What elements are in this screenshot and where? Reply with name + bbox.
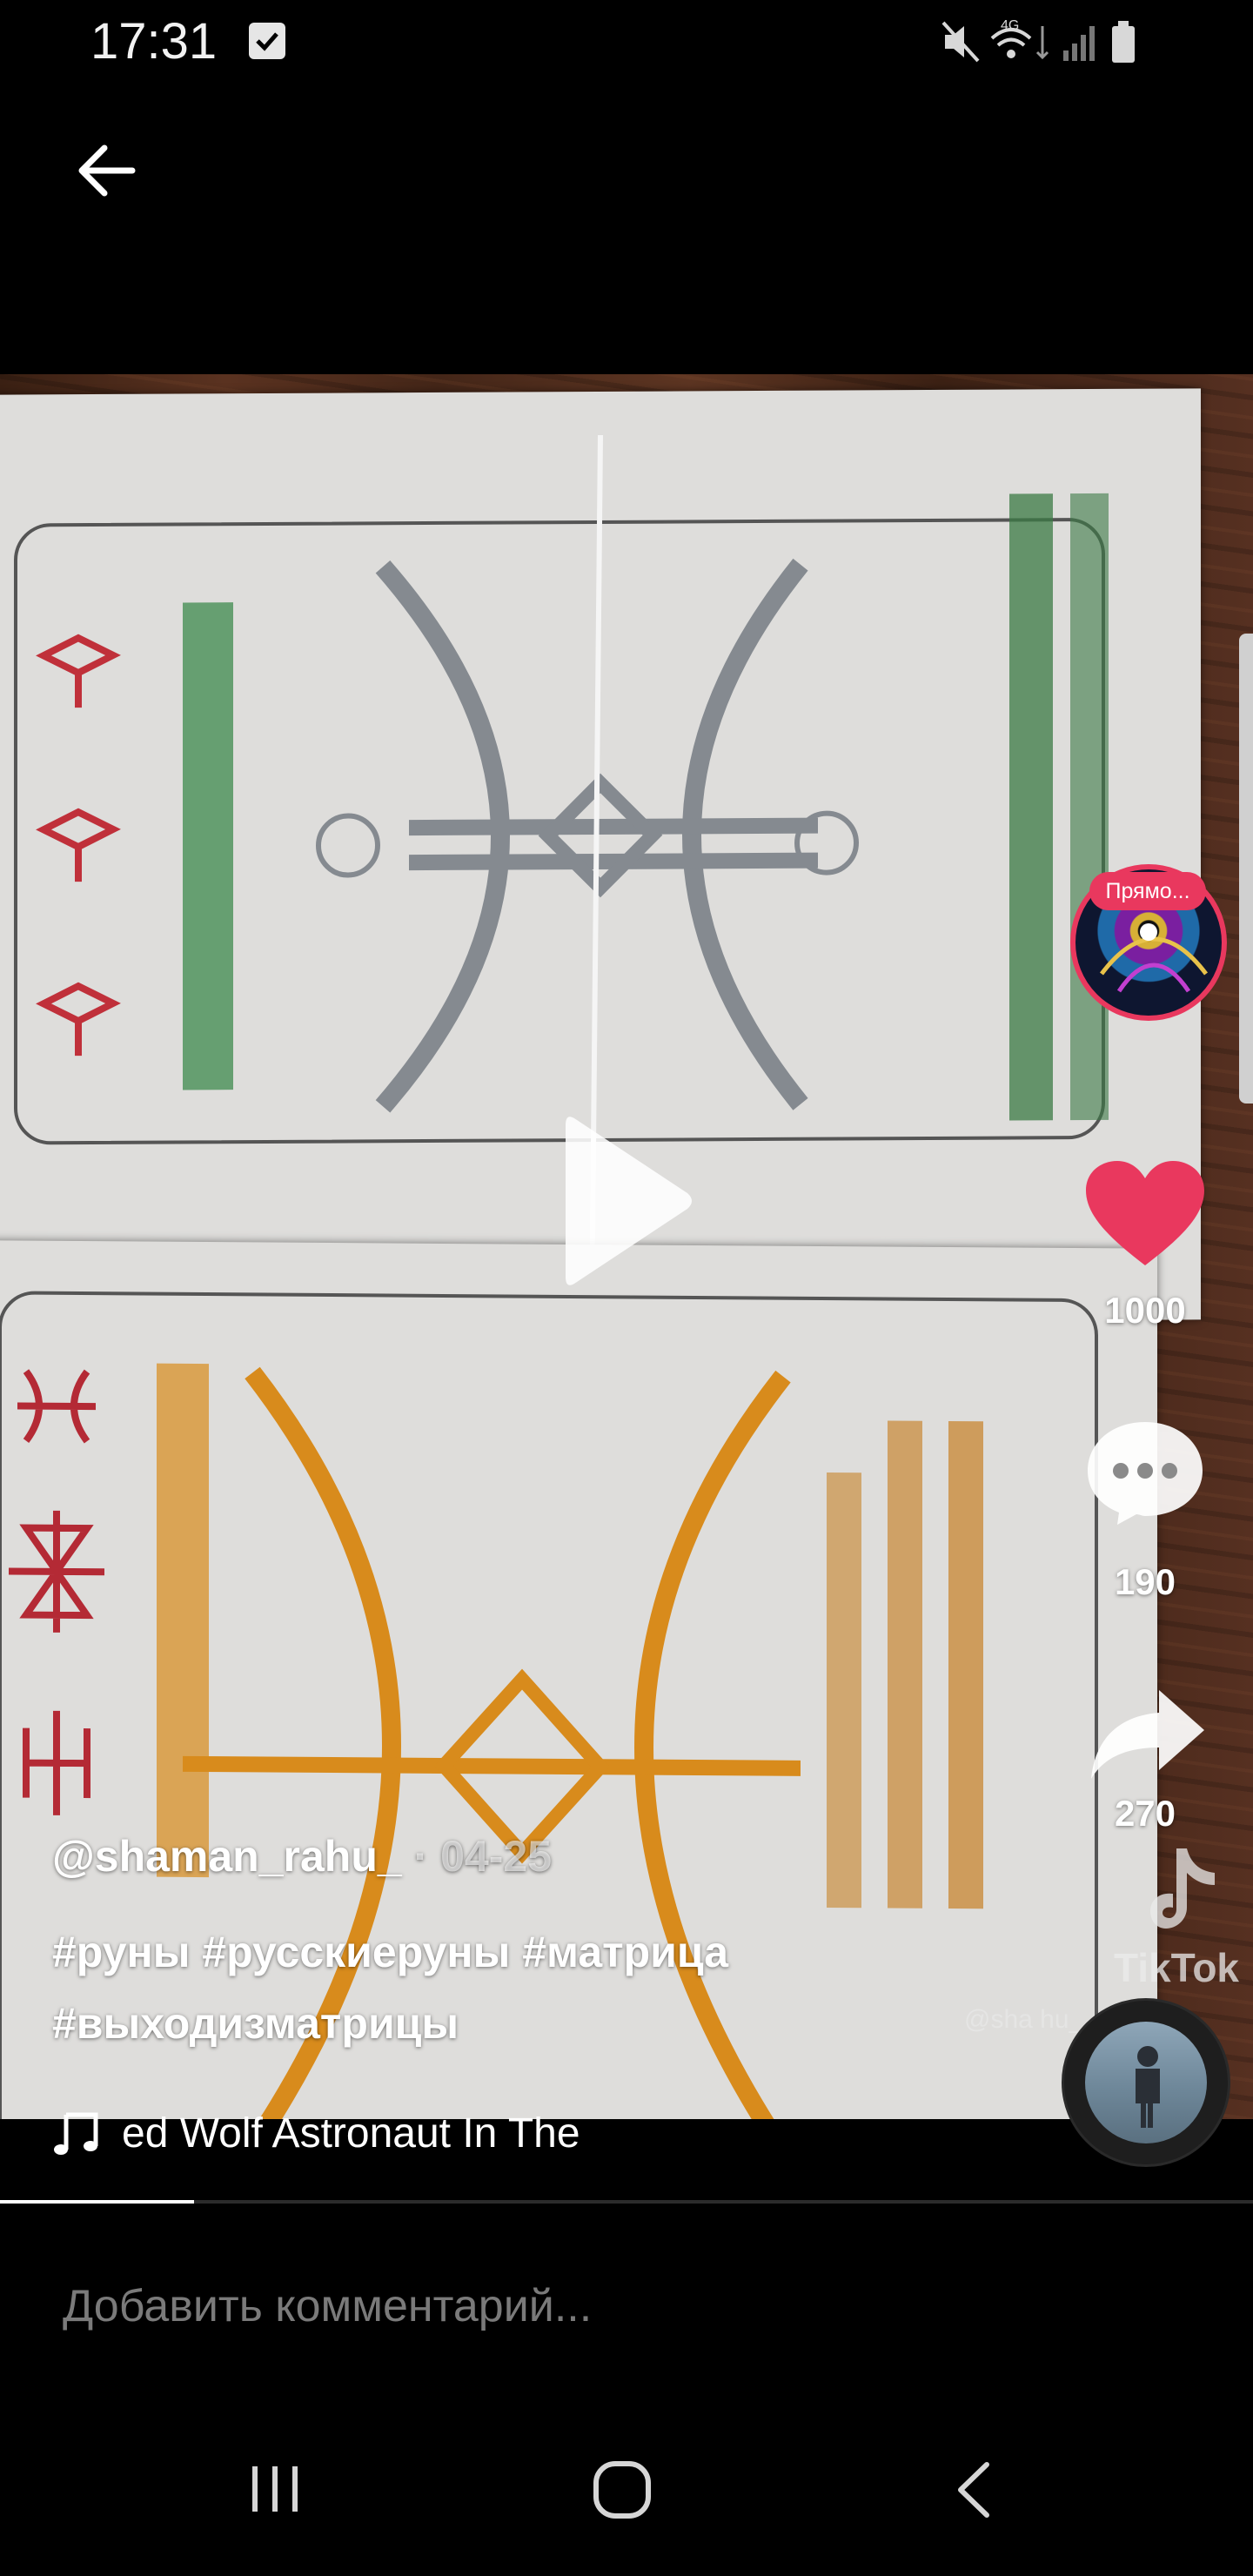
- comment-bubble-icon[interactable]: [1082, 1417, 1208, 1528]
- network-type-label: 4G: [1001, 18, 1019, 33]
- signal-icon: [1063, 26, 1095, 61]
- heart-icon[interactable]: [1082, 1157, 1208, 1271]
- music-title-marquee: ed Wolf Astronaut In The: [122, 2110, 580, 2157]
- checkbox-notification-icon: [249, 23, 285, 59]
- video-progress-fill: [0, 2200, 195, 2204]
- mute-icon: [941, 21, 980, 63]
- share-count: 270: [1114, 1793, 1176, 1834]
- nav-back-icon[interactable]: [952, 2459, 995, 2520]
- status-bar: 17:31 4G: [0, 0, 1253, 84]
- data-arrows-icon: [1035, 26, 1049, 60]
- share-arrow-icon[interactable]: [1086, 1685, 1208, 1782]
- status-icons: 4G: [941, 18, 1135, 63]
- play-icon[interactable]: [557, 1110, 696, 1292]
- caption-date: · 04-25: [401, 1832, 553, 1881]
- comment-count: 190: [1114, 1561, 1176, 1602]
- recent-apps-icon[interactable]: [247, 2461, 303, 2517]
- side-drawer-handle[interactable]: [1239, 634, 1253, 1104]
- music-note-icon: [54, 2112, 98, 2155]
- music-row[interactable]: ed Wolf Astronaut In The: [0, 2089, 1253, 2172]
- live-badge[interactable]: Прямо...: [1089, 872, 1206, 910]
- tiktok-logo-icon: [1150, 1848, 1215, 1929]
- caption-hashtags: #руны #русскиеруны #матрица #выходизматр…: [52, 1916, 1009, 2059]
- hashtags-line-1[interactable]: #руны #русскиеруны #матрица: [52, 1916, 1009, 1988]
- home-icon[interactable]: [592, 2459, 653, 2520]
- back-arrow-icon[interactable]: [68, 131, 148, 211]
- caption-username-line: @shaman_rahu_ · 04-25: [52, 1831, 552, 1882]
- caption-username[interactable]: @shaman_rahu_: [52, 1832, 402, 1881]
- like-count: 1000: [1104, 1290, 1186, 1331]
- comment-placeholder[interactable]: Добавить комментарий...: [63, 2280, 592, 2332]
- battery-icon: [1112, 21, 1135, 63]
- status-time: 17:31: [90, 13, 218, 70]
- hashtags-line-2[interactable]: #выходизматрицы: [52, 1988, 1009, 2059]
- wifi-icon: [990, 28, 1032, 58]
- tiktok-wordmark: TikTok: [1114, 1945, 1239, 1990]
